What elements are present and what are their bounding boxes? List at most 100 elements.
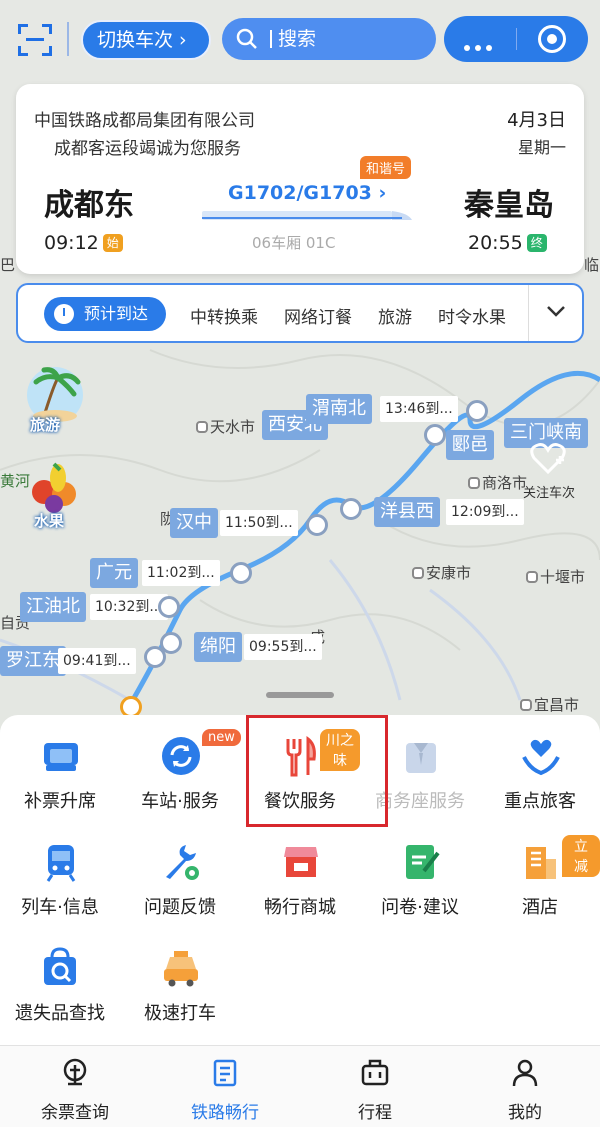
switch-train-label: 切换车次 bbox=[97, 29, 174, 51]
company-name: 中国铁路成都局集团有限公司 bbox=[34, 111, 255, 131]
priority-passenger-icon bbox=[522, 739, 560, 776]
service-survey[interactable]: 问卷·建议 bbox=[360, 821, 480, 921]
more-icon[interactable] bbox=[464, 36, 497, 55]
switch-train-button[interactable]: 切换车次 › bbox=[81, 20, 211, 60]
service-taxi[interactable]: 极速打车 bbox=[120, 927, 240, 1027]
city-label: 临 bbox=[584, 256, 600, 274]
city-label: 安康市 bbox=[411, 564, 472, 582]
tab-tourism[interactable]: 旅游 bbox=[378, 303, 412, 328]
station-label[interactable]: 罗江东 bbox=[0, 646, 66, 676]
station-label[interactable]: 江油北 bbox=[20, 592, 86, 622]
discount-badge: 立减 bbox=[562, 835, 600, 877]
mini-program-capsule bbox=[444, 16, 588, 62]
nav-trip[interactable]: 行程 bbox=[300, 1046, 450, 1127]
station-marker[interactable] bbox=[144, 646, 166, 668]
tab-transfer[interactable]: 中转换乘 bbox=[190, 303, 258, 328]
service-lost-found[interactable]: 遗失品查找 bbox=[0, 927, 120, 1027]
station-label[interactable]: 洋县西 bbox=[374, 497, 440, 527]
chevron-down-icon bbox=[547, 306, 565, 317]
tab-seasonal-fruit[interactable]: 时令水果 bbox=[438, 303, 506, 328]
tourism-label[interactable]: 旅游 bbox=[30, 414, 60, 435]
station-label[interactable]: 绵阳 bbox=[194, 632, 242, 662]
weekday: 星期一 bbox=[517, 138, 566, 157]
user-icon bbox=[512, 1059, 538, 1087]
arrival-time-row: 20:55 终 bbox=[468, 232, 547, 254]
nav-label: 我的 bbox=[508, 1103, 542, 1123]
search-placeholder: 搜索 bbox=[278, 28, 317, 50]
station-marker[interactable] bbox=[158, 596, 180, 618]
separator bbox=[67, 22, 69, 56]
city-label: 宜昌市 bbox=[519, 696, 580, 714]
city-label: 天水市 bbox=[195, 418, 256, 436]
taxi-icon bbox=[164, 951, 198, 987]
service-label: 车站·服务 bbox=[141, 791, 219, 812]
tab-label: 预计到达 bbox=[84, 304, 149, 323]
nav-railway[interactable]: 铁路畅行 bbox=[150, 1046, 300, 1127]
station-label[interactable]: 渭南北 bbox=[306, 394, 372, 424]
follow-train-label: 关注车次 bbox=[522, 486, 575, 501]
station-time: 11:02到... bbox=[142, 560, 220, 586]
station-marker[interactable] bbox=[306, 514, 328, 536]
service-label: 重点旅客 bbox=[504, 791, 576, 812]
tab-eta[interactable]: 预计到达 bbox=[44, 297, 166, 331]
station-marker[interactable] bbox=[340, 498, 362, 520]
seat-info: 06车厢 01C bbox=[252, 234, 336, 252]
start-tag: 始 bbox=[102, 234, 123, 252]
departure-time-row: 09:12 始 bbox=[44, 232, 123, 254]
bottom-nav: 余票查询 铁路畅行 行程 我的 bbox=[0, 1045, 600, 1127]
station-time: 10:32到... bbox=[90, 594, 168, 620]
service-hotel[interactable]: 酒店 立减 bbox=[480, 821, 600, 921]
service-label: 补票升席 bbox=[24, 791, 96, 812]
scan-icon[interactable] bbox=[18, 24, 52, 56]
highlight-box bbox=[246, 715, 388, 827]
station-service-icon bbox=[162, 737, 200, 775]
station-marker[interactable] bbox=[466, 400, 488, 422]
service-station[interactable]: 车站·服务 new bbox=[120, 715, 241, 815]
city-label: 巴 bbox=[0, 256, 16, 274]
service-seat-upgrade[interactable]: 补票升席 bbox=[0, 715, 120, 815]
heart-plus-icon bbox=[530, 443, 566, 474]
seat-upgrade-icon bbox=[44, 743, 78, 771]
station-time: 09:55到... bbox=[244, 634, 322, 660]
search-input[interactable]: 搜索 bbox=[222, 18, 436, 60]
service-label: 酒店 bbox=[522, 897, 558, 918]
train-number-link[interactable]: G1702/G1703 › bbox=[228, 182, 386, 204]
tabs-expand-button[interactable] bbox=[528, 285, 582, 341]
train-ticket-icon bbox=[63, 1058, 87, 1086]
drag-handle[interactable] bbox=[266, 692, 334, 698]
mall-icon bbox=[284, 847, 318, 877]
city-label: 十堰市 bbox=[525, 568, 586, 586]
service-train-info[interactable]: 列车·信息 bbox=[0, 821, 120, 921]
fruit-icon[interactable] bbox=[24, 456, 86, 518]
fruit-label[interactable]: 水果 bbox=[34, 510, 64, 531]
service-feedback[interactable]: 问题反馈 bbox=[120, 821, 240, 921]
station-time: 11:50到... bbox=[220, 510, 298, 536]
tab-meal-order[interactable]: 网络订餐 bbox=[284, 303, 352, 328]
service-label: 问题反馈 bbox=[144, 897, 216, 918]
top-bar: 切换车次 › 搜索 bbox=[0, 0, 600, 80]
follow-train-button[interactable]: 关注车次 bbox=[506, 432, 592, 518]
end-tag: 终 bbox=[526, 234, 547, 252]
station-marker[interactable] bbox=[424, 424, 446, 446]
station-label[interactable]: 郾邑 bbox=[446, 430, 494, 460]
station-label[interactable]: 广元 bbox=[90, 558, 138, 588]
arrival-station: 秦皇岛 bbox=[464, 188, 554, 223]
train-info-icon bbox=[46, 845, 76, 882]
train-image bbox=[202, 211, 412, 220]
train-info-card: 中国铁路成都局集团有限公司 成都客运段竭诚为您服务 4月3日 星期一 成都东 秦… bbox=[16, 84, 584, 274]
lost-found-icon bbox=[44, 947, 76, 985]
nav-label: 铁路畅行 bbox=[191, 1103, 259, 1123]
train-number: G1702/G1703 bbox=[228, 182, 372, 204]
station-marker[interactable] bbox=[230, 562, 252, 584]
feedback-icon bbox=[166, 845, 199, 880]
new-badge: new bbox=[202, 729, 241, 746]
close-target-icon[interactable] bbox=[538, 25, 566, 53]
arrival-time: 20:55 bbox=[468, 232, 523, 254]
nav-ticket-query[interactable]: 余票查询 bbox=[0, 1046, 150, 1127]
nav-mine[interactable]: 我的 bbox=[450, 1046, 600, 1127]
service-mall[interactable]: 畅行商城 bbox=[240, 821, 360, 921]
search-icon bbox=[236, 28, 257, 49]
service-priority-passenger[interactable]: 重点旅客 bbox=[480, 715, 600, 815]
feature-tabs: 预计到达 中转换乘 网络订餐 旅游 时令水果 bbox=[16, 283, 584, 343]
station-label[interactable]: 汉中 bbox=[170, 508, 218, 538]
